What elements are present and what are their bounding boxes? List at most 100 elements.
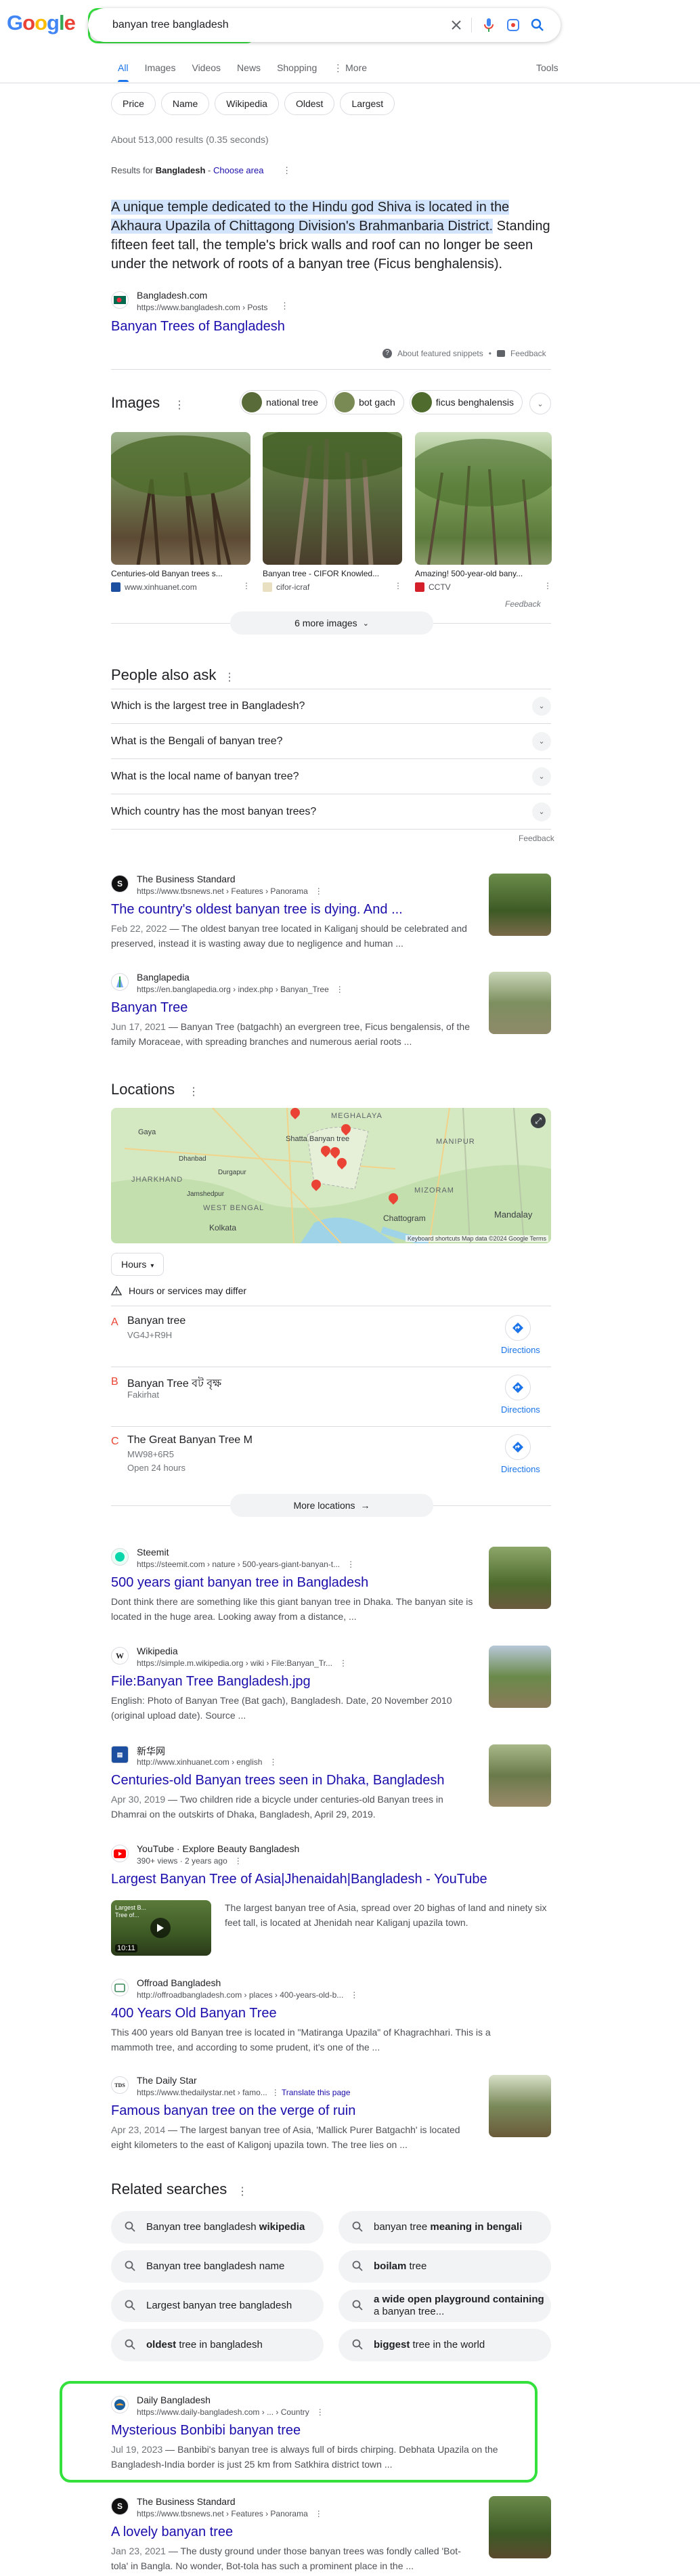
- result-thumbnail[interactable]: [489, 972, 551, 1034]
- map-label: JHARKHAND: [131, 1176, 183, 1184]
- question-icon: ?: [382, 349, 392, 358]
- place-item-a[interactable]: A Banyan tree VG4J+R9H Directions: [111, 1312, 551, 1367]
- chip-largest[interactable]: Largest: [340, 92, 395, 115]
- more-options-icon[interactable]: ⋮: [316, 2407, 324, 2417]
- chip-bot-gach[interactable]: bot gach: [332, 390, 404, 414]
- more-options-icon[interactable]: ⋮: [544, 581, 552, 591]
- paa-question-3[interactable]: What is the local name of banyan tree? ⌄: [111, 759, 551, 794]
- directions-button[interactable]: [505, 1375, 531, 1400]
- about-snippets-link[interactable]: About featured snippets: [397, 349, 483, 358]
- result-title[interactable]: 400 Years Old Banyan Tree: [111, 2004, 277, 2022]
- directions-label[interactable]: Directions: [501, 1464, 540, 1474]
- chip-name[interactable]: Name: [160, 92, 210, 115]
- more-images-button[interactable]: 6 more images ⌄: [230, 611, 433, 635]
- search-box[interactable]: banyan tree bangladesh: [88, 8, 561, 42]
- hours-filter[interactable]: Hours ▾: [111, 1253, 165, 1276]
- chip-price[interactable]: Price: [111, 92, 156, 115]
- chip-national-tree[interactable]: national tree: [240, 390, 328, 414]
- result-url: https://simple.m.wikipedia.org › wiki › …: [137, 1658, 347, 1668]
- result-title[interactable]: A lovely banyan tree: [111, 2523, 233, 2541]
- google-logo[interactable]: Google: [7, 11, 76, 35]
- choose-area-link[interactable]: Choose area: [213, 165, 263, 175]
- result-thumbnail[interactable]: [489, 2075, 551, 2137]
- more-options-icon[interactable]: ⋮: [315, 2509, 323, 2518]
- more-options-icon[interactable]: ⋮: [188, 1085, 199, 1098]
- image-result-1[interactable]: [111, 432, 250, 565]
- result-title[interactable]: Mysterious Bonbibi banyan tree: [111, 2422, 301, 2439]
- more-options-icon[interactable]: ⋮: [282, 165, 291, 175]
- directions-button[interactable]: [505, 1434, 531, 1460]
- result-title[interactable]: Famous banyan tree on the verge of ruin: [111, 2102, 355, 2120]
- paa-question-2[interactable]: What is the Bengali of banyan tree? ⌄: [111, 724, 551, 759]
- paa-question-1[interactable]: Which is the largest tree in Bangladesh?…: [111, 689, 551, 724]
- result-thumbnail[interactable]: [489, 874, 551, 936]
- related-search-2[interactable]: banyan tree meaning in bengali: [338, 2211, 551, 2244]
- more-options-icon[interactable]: ⋮: [234, 1856, 242, 1866]
- result-title[interactable]: Banyan Tree: [111, 999, 188, 1016]
- tab-all[interactable]: All: [118, 62, 129, 82]
- translate-link[interactable]: Translate this page: [282, 2088, 351, 2097]
- more-options-icon[interactable]: ⋮: [350, 1990, 358, 2000]
- more-options-icon[interactable]: ⋮: [336, 985, 344, 994]
- related-search-7[interactable]: oldest tree in bangladesh: [111, 2329, 324, 2361]
- more-options-icon[interactable]: ⋮: [280, 301, 289, 312]
- locations-map[interactable]: MEGHALAYA Gaya Shatta Banyan tree JHARKH…: [111, 1108, 551, 1243]
- chip-ficus-benghalensis[interactable]: ficus benghalensis: [409, 390, 523, 414]
- directions-label[interactable]: Directions: [501, 1345, 540, 1355]
- paa-feedback-link[interactable]: Feedback: [519, 834, 554, 843]
- related-search-6[interactable]: a wide open playground containing a bany…: [338, 2290, 551, 2322]
- result-thumbnail[interactable]: [489, 1547, 551, 1609]
- related-search-3[interactable]: Banyan tree bangladesh name: [111, 2250, 324, 2283]
- related-search-4[interactable]: boilam tree: [338, 2250, 551, 2283]
- result-title[interactable]: Largest Banyan Tree of Asia|Jhenaidah|Ba…: [111, 1870, 487, 1888]
- related-search-5[interactable]: Largest banyan tree bangladesh: [111, 2290, 324, 2322]
- more-options-icon[interactable]: ⋮: [315, 886, 323, 896]
- images-feedback-link[interactable]: Feedback: [505, 599, 541, 609]
- result-thumbnail[interactable]: [489, 1744, 551, 1807]
- chip-wikipedia[interactable]: Wikipedia: [215, 92, 279, 115]
- result-title[interactable]: Centuries-old Banyan trees seen in Dhaka…: [111, 1772, 445, 1789]
- expand-map-icon[interactable]: ⤢: [531, 1113, 546, 1128]
- chip-oldest[interactable]: Oldest: [284, 92, 335, 115]
- featured-result-title[interactable]: Banyan Trees of Bangladesh: [111, 318, 285, 335]
- chevron-down-icon[interactable]: ⌄: [529, 393, 551, 414]
- place-item-c[interactable]: C The Great Banyan Tree M MW98+6R5 Open …: [111, 1432, 551, 1486]
- feedback-link[interactable]: Feedback: [510, 349, 546, 358]
- more-options-icon[interactable]: ⋮: [394, 581, 402, 591]
- clear-icon[interactable]: [447, 16, 466, 35]
- related-search-8[interactable]: biggest tree in the world: [338, 2329, 551, 2361]
- more-options-icon[interactable]: ⋮: [242, 581, 250, 591]
- tab-more[interactable]: ⋮ More: [333, 62, 367, 82]
- tab-videos[interactable]: Videos: [192, 62, 221, 82]
- lens-icon[interactable]: [504, 16, 523, 35]
- search-input[interactable]: banyan tree bangladesh: [112, 19, 229, 31]
- directions-button[interactable]: [505, 1315, 531, 1341]
- more-options-icon[interactable]: ⋮: [339, 1658, 347, 1668]
- tab-shopping[interactable]: Shopping: [277, 62, 317, 82]
- place-item-b[interactable]: B Banyan Tree বট বৃক্ষ Fakirhat Directio…: [111, 1372, 551, 1426]
- more-options-icon[interactable]: ⋮: [269, 1757, 277, 1767]
- result-thumbnail[interactable]: [489, 2496, 551, 2558]
- microphone-icon[interactable]: [479, 16, 498, 35]
- result-title[interactable]: File:Banyan Tree Bangladesh.jpg: [111, 1673, 311, 1690]
- paa-question-4[interactable]: Which country has the most banyan trees?…: [111, 794, 551, 830]
- place-letter: B: [111, 1376, 118, 1388]
- image-result-2[interactable]: [263, 432, 402, 565]
- search-icon[interactable]: [528, 16, 547, 35]
- result-title[interactable]: The country's oldest banyan tree is dyin…: [111, 901, 403, 918]
- result-thumbnail[interactable]: [489, 1646, 551, 1708]
- more-options-icon[interactable]: ⋮: [237, 2185, 248, 2198]
- more-locations-button[interactable]: More locations →: [230, 1494, 433, 1517]
- image-result-3[interactable]: [415, 432, 552, 565]
- more-options-icon[interactable]: ⋮: [271, 2088, 280, 2097]
- more-options-icon[interactable]: ⋮: [347, 1560, 355, 1569]
- video-thumbnail[interactable]: Largest B... Tree of... 10:11: [111, 1900, 211, 1956]
- related-search-1[interactable]: Banyan tree bangladesh wikipedia: [111, 2211, 324, 2244]
- tools-button[interactable]: Tools: [536, 62, 559, 73]
- more-options-icon[interactable]: ⋮: [174, 398, 185, 412]
- result-title[interactable]: 500 years giant banyan tree in Banglades…: [111, 1574, 368, 1591]
- tab-news[interactable]: News: [237, 62, 261, 82]
- directions-label[interactable]: Directions: [501, 1404, 540, 1415]
- tab-images[interactable]: Images: [145, 62, 176, 82]
- more-options-icon[interactable]: ⋮: [224, 670, 235, 684]
